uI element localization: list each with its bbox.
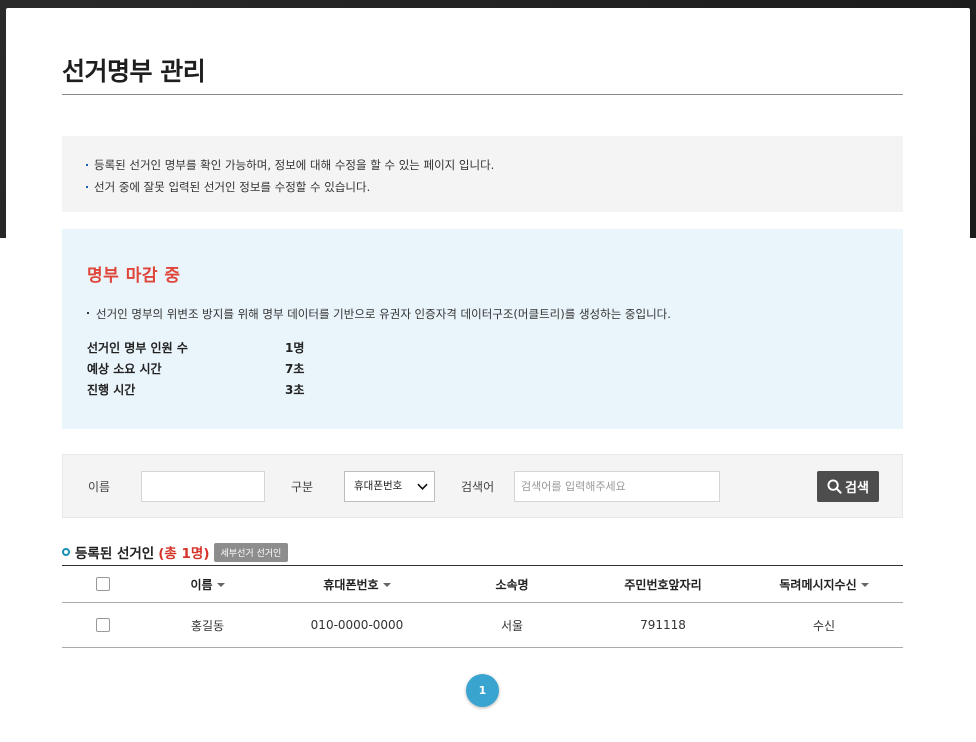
- sort-caret-icon: [382, 583, 391, 587]
- column-header-message[interactable]: 독려메시지수신: [745, 576, 903, 593]
- cell-id-front: 791118: [640, 618, 686, 632]
- column-header-phone[interactable]: 휴대폰번호: [271, 576, 443, 593]
- stat-value: 1명: [285, 341, 305, 355]
- detail-election-voters-button[interactable]: 세부선거 선거인: [213, 542, 289, 562]
- table-header: 이름 휴대폰번호 소속명 주민번호앞자리 독려메시지수신: [62, 565, 903, 603]
- row-checkbox-cell: [62, 618, 144, 633]
- stat-row-elapsed-time: 진행 시간 3초: [87, 380, 878, 401]
- column-header-org: 소속명: [495, 577, 529, 592]
- title-divider: [62, 94, 903, 95]
- name-label: 이름: [88, 480, 111, 494]
- stat-value: 7초: [285, 362, 305, 376]
- cell-org: 서울: [500, 618, 524, 633]
- voter-table: 이름 휴대폰번호 소속명 주민번호앞자리 독려메시지수신 홍길동 010-000…: [62, 565, 903, 648]
- row-checkbox[interactable]: [96, 618, 110, 633]
- category-select[interactable]: 휴대폰번호: [344, 471, 435, 502]
- list-header: 등록된 선거인 (총 1명) 세부선거 선거인: [62, 542, 289, 562]
- stat-label: 예상 소요 시간: [87, 362, 162, 376]
- cell-phone: 010-0000-0000: [310, 618, 404, 632]
- closing-status-panel: 명부 마감 중 선거인 명부의 위변조 방지를 위해 명부 데이터를 기반으로 …: [62, 229, 903, 429]
- cell-name: 홍길동: [190, 618, 225, 633]
- chevron-down-icon: [417, 483, 428, 490]
- search-button[interactable]: 검색: [817, 471, 879, 502]
- stat-row-estimated-time: 예상 소요 시간 7초: [87, 359, 878, 380]
- list-count: (총 1명): [158, 546, 210, 562]
- status-stats: 선거인 명부 인원 수 1명 예상 소요 시간 7초 진행 시간 3초: [87, 338, 878, 401]
- status-title: 명부 마감 중: [87, 266, 181, 286]
- keyword-input[interactable]: 검색어를 입력해주세요: [514, 471, 720, 502]
- name-input[interactable]: [141, 471, 265, 502]
- stat-row-voter-count: 선거인 명부 인원 수 1명: [87, 338, 878, 359]
- stat-label: 진행 시간: [87, 383, 136, 397]
- search-bar: 이름 구분 휴대폰번호 검색어 검색어를 입력해주세요 검색: [62, 454, 903, 518]
- table-row: 홍길동 010-0000-0000 서울 791118 수신: [62, 603, 903, 648]
- sort-caret-icon: [216, 583, 225, 587]
- header-checkbox-cell: [62, 577, 144, 592]
- keyword-label: 검색어: [461, 480, 495, 494]
- column-header-id-front: 주민번호앞자리: [624, 577, 702, 592]
- page-title: 선거명부 관리: [62, 57, 206, 86]
- status-description: 선거인 명부의 위변조 방지를 위해 명부 데이터를 기반으로 유권자 인증자격…: [87, 306, 878, 322]
- stat-value: 3초: [285, 383, 305, 397]
- info-line: 선거 중에 잘못 입력된 선거인 정보를 수정할 수 있습니다.: [86, 176, 879, 198]
- stat-label: 선거인 명부 인원 수: [87, 341, 188, 355]
- bullet-ring-icon: [62, 548, 70, 556]
- cell-message: 수신: [812, 618, 836, 633]
- select-all-checkbox[interactable]: [96, 577, 110, 592]
- category-label: 구분: [291, 480, 314, 494]
- search-button-label: 검색: [845, 481, 869, 496]
- column-header-name[interactable]: 이름: [144, 576, 271, 593]
- category-selected-value: 휴대폰번호: [354, 480, 403, 492]
- pagination-page-1[interactable]: 1: [466, 674, 499, 707]
- search-icon: [827, 479, 842, 494]
- info-line: 등록된 선거인 명부를 확인 가능하며, 정보에 대해 수정을 할 수 있는 페…: [86, 154, 879, 176]
- info-notice: 등록된 선거인 명부를 확인 가능하며, 정보에 대해 수정을 할 수 있는 페…: [62, 136, 903, 212]
- list-title: 등록된 선거인: [75, 546, 155, 562]
- sort-caret-icon: [860, 583, 869, 587]
